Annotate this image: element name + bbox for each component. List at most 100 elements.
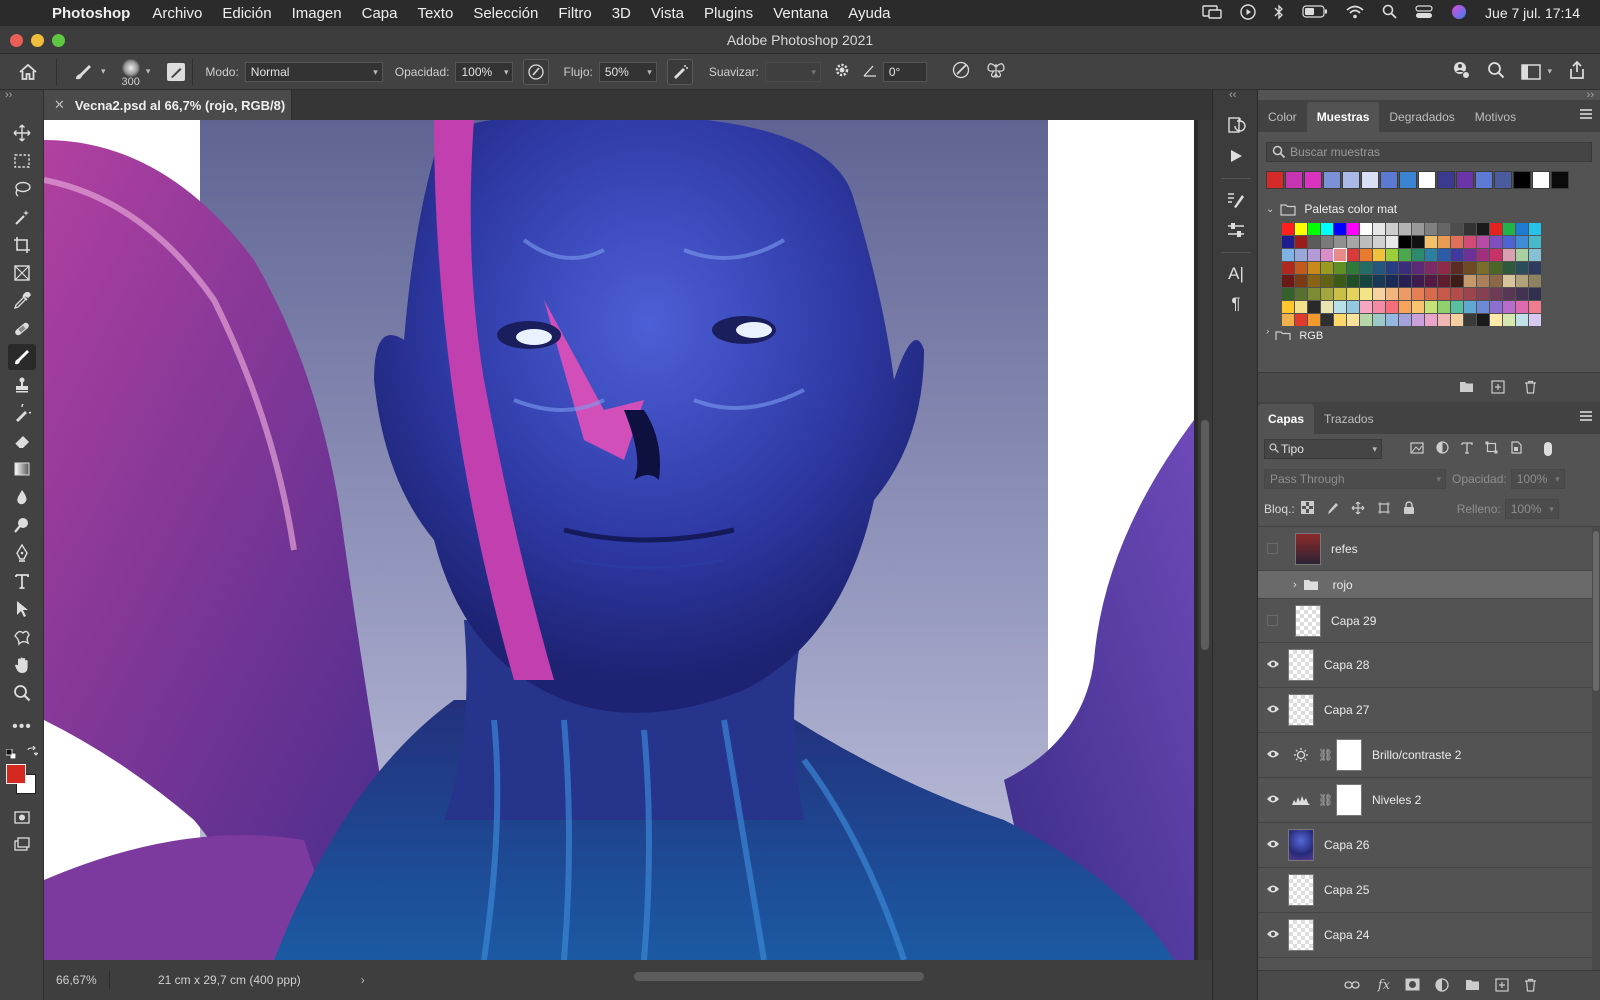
menu-capa[interactable]: Capa (362, 5, 398, 22)
palette-swatch[interactable] (1503, 288, 1515, 300)
palette-swatch[interactable] (1386, 236, 1398, 248)
palette-swatch[interactable] (1451, 236, 1463, 248)
palette-swatch[interactable] (1308, 314, 1320, 326)
palette-swatch[interactable] (1282, 288, 1294, 300)
palette-swatch[interactable] (1308, 249, 1320, 261)
pixel-layer-filter-icon[interactable] (1410, 441, 1424, 457)
layer-mask-thumbnail[interactable] (1336, 784, 1362, 816)
palette-swatch[interactable] (1490, 249, 1502, 261)
crop-tool[interactable] (8, 232, 36, 258)
swatch[interactable] (1285, 171, 1303, 189)
palette-swatch[interactable] (1321, 249, 1333, 261)
eye-icon[interactable] (1258, 793, 1288, 807)
palette-swatch[interactable] (1412, 301, 1424, 313)
eyedropper-tool[interactable] (8, 288, 36, 314)
palette-swatch[interactable] (1334, 301, 1346, 313)
lasso-tool[interactable] (8, 176, 36, 202)
palette-swatch[interactable] (1321, 301, 1333, 313)
palette-swatch[interactable] (1490, 223, 1502, 235)
angle-field[interactable]: 0° (882, 61, 927, 82)
palette-swatch[interactable] (1412, 288, 1424, 300)
swatch[interactable] (1342, 171, 1360, 189)
zoom-tool[interactable] (8, 680, 36, 706)
swatch[interactable] (1551, 171, 1569, 189)
type-tool[interactable] (8, 568, 36, 594)
palette-swatch[interactable] (1451, 262, 1463, 274)
screen-mirror-icon[interactable] (1202, 4, 1222, 22)
collapse-panel-icon[interactable]: ›› (5, 89, 12, 101)
palette-swatch[interactable] (1399, 275, 1411, 287)
adjustments-sliders-icon[interactable] (1224, 218, 1248, 242)
palette-swatch[interactable] (1477, 262, 1489, 274)
layer-row-adjustment[interactable]: ⛓ Niveles 2 (1258, 778, 1592, 823)
palette-swatch[interactable] (1464, 223, 1476, 235)
tab-degradados[interactable]: Degradados (1379, 102, 1464, 132)
layer-opacity-field[interactable]: 100% ▾ (1510, 469, 1565, 489)
adjustment-layer-filter-icon[interactable] (1436, 441, 1449, 457)
pen-tool[interactable] (8, 540, 36, 566)
chevron-right-icon[interactable]: › (361, 973, 365, 987)
palette-swatch[interactable] (1464, 275, 1476, 287)
palette-swatch[interactable] (1477, 314, 1489, 326)
palette-swatch[interactable] (1425, 249, 1437, 261)
palette-swatch[interactable] (1477, 249, 1489, 261)
share-button[interactable] (1568, 60, 1586, 83)
siri-icon[interactable] (1451, 4, 1467, 23)
palette-swatch[interactable] (1386, 275, 1398, 287)
palette-swatch[interactable] (1360, 288, 1372, 300)
horizontal-scrollbar-thumb[interactable] (634, 972, 924, 981)
foreground-color-swatch[interactable] (6, 764, 26, 784)
new-group-folder-icon[interactable] (1458, 380, 1474, 396)
palette-swatch[interactable] (1399, 262, 1411, 274)
layer-row[interactable]: refes (1258, 527, 1592, 571)
collapse-dock-icon[interactable]: ‹‹ (1229, 89, 1236, 101)
menu-archivo[interactable]: Archivo (152, 5, 202, 22)
canvas-area[interactable] (44, 120, 1212, 960)
eye-icon[interactable] (1258, 838, 1288, 852)
palette-swatch[interactable] (1295, 275, 1307, 287)
palette-swatch[interactable] (1477, 301, 1489, 313)
palette-swatch[interactable] (1321, 236, 1333, 248)
palette-swatch[interactable] (1451, 275, 1463, 287)
frame-tool[interactable] (8, 260, 36, 286)
palette-swatch[interactable] (1308, 301, 1320, 313)
palette-swatch[interactable] (1490, 262, 1502, 274)
actions-play-icon[interactable] (1224, 144, 1248, 168)
palette-swatch[interactable] (1360, 236, 1372, 248)
document-canvas[interactable] (44, 120, 1194, 960)
palette-swatch[interactable] (1360, 275, 1372, 287)
add-mask-icon[interactable] (1404, 978, 1420, 994)
menu-plugins[interactable]: Plugins (704, 5, 753, 22)
tab-motivos[interactable]: Motivos (1465, 102, 1526, 132)
palette-swatch[interactable] (1516, 249, 1528, 261)
brush-settings-panel-icon[interactable] (1224, 188, 1248, 212)
palette-swatch[interactable] (1490, 236, 1502, 248)
visibility-toggle[interactable] (1267, 543, 1278, 554)
chain-link-icon[interactable]: ⛓ (1318, 793, 1333, 807)
palette-swatch[interactable] (1451, 249, 1463, 261)
swatch[interactable] (1304, 171, 1322, 189)
lock-artboard-icon[interactable] (1377, 501, 1391, 518)
palette-swatch[interactable] (1425, 301, 1437, 313)
expand-group-icon[interactable]: › (1293, 579, 1297, 591)
swap-colors-icon[interactable] (26, 745, 39, 761)
history-brush-tool[interactable] (8, 400, 36, 426)
palette-swatch[interactable] (1282, 301, 1294, 313)
palette-swatch[interactable] (1308, 236, 1320, 248)
link-layers-icon[interactable] (1344, 978, 1360, 994)
menu-texto[interactable]: Texto (417, 5, 453, 22)
layer-effects-fx-icon[interactable]: fx (1376, 978, 1392, 994)
palette-swatch[interactable] (1321, 314, 1333, 326)
pressure-size-button[interactable] (951, 60, 971, 83)
palette-swatch[interactable] (1490, 301, 1502, 313)
visibility-toggle[interactable] (1267, 615, 1278, 626)
palette-swatch[interactable] (1347, 301, 1359, 313)
palette-swatch[interactable] (1425, 236, 1437, 248)
battery-icon[interactable] (1302, 5, 1328, 21)
palette-swatch[interactable] (1347, 249, 1359, 261)
palette-swatch[interactable] (1490, 275, 1502, 287)
menu-3d[interactable]: 3D (612, 5, 631, 22)
palette-swatch[interactable] (1399, 288, 1411, 300)
blur-tool[interactable] (8, 484, 36, 510)
menu-vista[interactable]: Vista (651, 5, 684, 22)
